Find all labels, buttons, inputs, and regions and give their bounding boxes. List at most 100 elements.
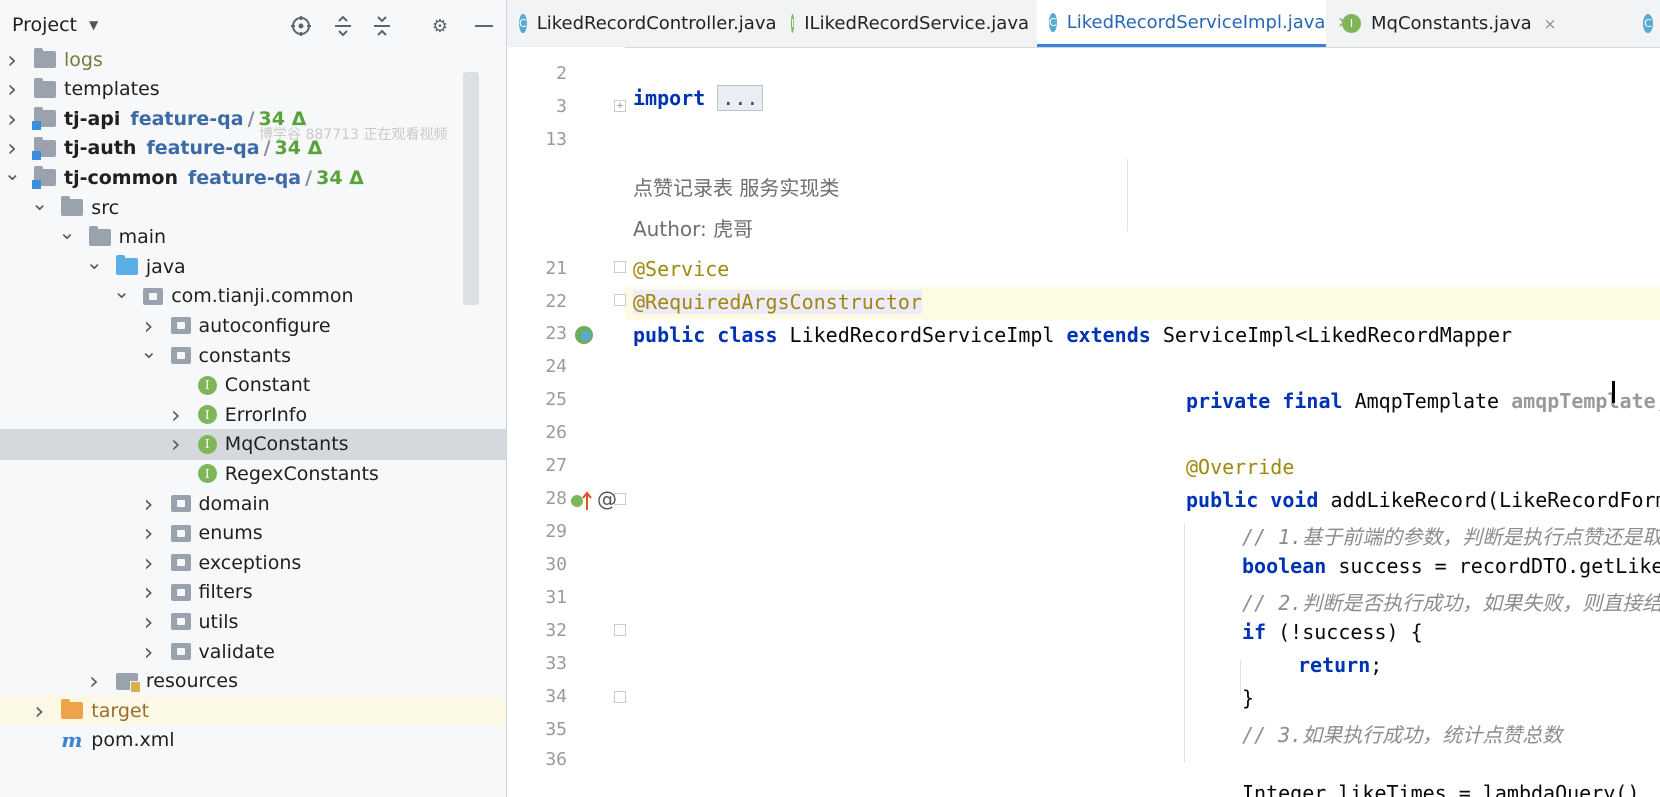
hide-panel-icon[interactable] xyxy=(471,13,497,39)
spring-bean-icon[interactable] xyxy=(573,324,595,350)
code-line-33: return; xyxy=(1298,653,1382,677)
chevron-right-icon[interactable]: › xyxy=(141,608,157,636)
tree-label: src xyxy=(91,196,120,219)
project-panel: Project ▼ ⚙ › logs › templates › tj-api featur… xyxy=(0,0,507,797)
chevron-right-icon[interactable]: › xyxy=(31,697,47,725)
tree-row-com-tianji-common[interactable]: ⌄ com.tianji.common xyxy=(0,279,506,312)
tree-row-utils[interactable]: › utils xyxy=(0,606,506,637)
tab-overflow[interactable]: C xyxy=(1643,0,1660,47)
chevron-right-icon[interactable]: › xyxy=(141,578,157,606)
tree-row-enums[interactable]: › enums xyxy=(0,518,506,549)
tree-row-domain[interactable]: › domain xyxy=(0,488,506,519)
tree-row-filters[interactable]: › filters xyxy=(0,577,506,608)
tree-row-logs[interactable]: › logs xyxy=(0,44,506,75)
chevron-right-icon[interactable]: › xyxy=(141,312,157,340)
chevron-down-icon[interactable]: ⌄ xyxy=(141,339,158,363)
project-view-selector[interactable]: Project ▼ xyxy=(12,14,98,36)
implements-method-icon[interactable] xyxy=(569,490,595,516)
tree-row-validate[interactable]: › validate xyxy=(0,636,506,667)
line-number: 33 xyxy=(545,653,567,674)
chevron-down-icon[interactable]: ⌄ xyxy=(113,279,130,303)
tree-row-constants[interactable]: ⌄ constants xyxy=(0,339,506,371)
chevron-down-icon[interactable]: ⌄ xyxy=(31,191,48,215)
tree-row-regexconstants[interactable]: I RegexConstants xyxy=(0,458,506,489)
chevron-down-icon[interactable]: ⌄ xyxy=(86,250,103,274)
tree-label: constants xyxy=(198,344,292,367)
close-icon[interactable]: × xyxy=(1544,15,1557,33)
keyword: private final xyxy=(1186,389,1343,413)
code-line-21: @Service xyxy=(633,257,730,281)
fold-marker-icon[interactable] xyxy=(614,294,626,306)
line-number: 25 xyxy=(545,389,567,410)
code-line-29: // 1.基于前端的参数，判断是执行点赞还是取消点赞 xyxy=(1242,525,1660,549)
chevron-down-icon: ▼ xyxy=(89,18,99,32)
tree-label: java xyxy=(145,255,186,278)
tree-label: templates xyxy=(64,78,160,101)
chevron-right-icon[interactable]: › xyxy=(141,490,157,518)
chevron-right-icon[interactable]: › xyxy=(86,667,102,695)
expand-all-icon[interactable] xyxy=(330,13,356,39)
tree-label: MqConstants xyxy=(224,433,349,456)
tab-label: MqConstants.java xyxy=(1371,13,1532,34)
tree-row-errorinfo[interactable]: › I ErrorInfo xyxy=(0,399,506,430)
keyword: if xyxy=(1242,620,1267,644)
package-icon xyxy=(170,317,191,335)
locate-file-icon[interactable] xyxy=(288,13,314,39)
tree-label: logs xyxy=(64,48,103,71)
excluded-folder-icon xyxy=(61,699,84,720)
keyword: public xyxy=(633,323,706,347)
chevron-right-icon[interactable]: › xyxy=(4,46,20,74)
semicolon: ; xyxy=(1370,653,1383,677)
tree-row-pom-xml[interactable]: m pom.xml xyxy=(0,725,506,756)
line-number: 21 xyxy=(545,258,567,279)
tree-row-src[interactable]: ⌄ src xyxy=(0,191,506,223)
tree-label: tj-common xyxy=(64,166,178,189)
chevron-right-icon[interactable]: › xyxy=(168,401,184,429)
tree-row-main[interactable]: ⌄ main xyxy=(0,220,506,253)
line-number: 13 xyxy=(545,129,567,150)
chevron-right-icon[interactable]: › xyxy=(141,519,157,547)
chevron-down-icon[interactable]: ⌄ xyxy=(4,161,21,185)
tree-row-mqconstants[interactable]: › I MqConstants xyxy=(0,428,506,460)
chevron-right-icon[interactable]: › xyxy=(168,430,184,458)
tree-row-constant[interactable]: I Constant xyxy=(0,370,506,401)
tab-label: LikedRecordController.java xyxy=(536,13,777,34)
class-supertype: ServiceImpl<LikedRecordMapper xyxy=(1150,323,1513,347)
tab-mqconstants-java[interactable]: I MqConstants.java × xyxy=(1330,0,1558,47)
chevron-right-icon[interactable]: › xyxy=(4,134,20,162)
tree-row-autoconfigure[interactable]: › autoconfigure xyxy=(0,310,506,341)
fold-marker-icon[interactable]: + xyxy=(614,100,626,112)
chevron-right-icon[interactable]: › xyxy=(141,638,157,666)
tree-label: enums xyxy=(198,522,263,545)
method-signature: addLikeRecord(LikeRecordFormDTO recordDT… xyxy=(1330,488,1660,512)
folded-imports[interactable]: ... xyxy=(717,85,764,111)
project-title: Project xyxy=(12,14,78,36)
chevron-right-icon[interactable]: › xyxy=(141,549,157,577)
tree-row-java[interactable]: ⌄ java xyxy=(0,250,506,282)
gear-icon[interactable]: ⚙ xyxy=(427,13,453,39)
tree-row-resources[interactable]: › resources xyxy=(0,666,506,697)
tree-row-templates[interactable]: › templates xyxy=(0,74,506,105)
module-folder-icon xyxy=(32,166,56,190)
source-folder-icon xyxy=(115,255,138,276)
tab-likedrecordserviceimpl-java[interactable]: CLikedRecordServiceImpl.java× xyxy=(1037,0,1350,47)
tree-row-exceptions[interactable]: › exceptions xyxy=(0,547,506,578)
chevron-right-icon[interactable]: › xyxy=(4,75,20,103)
fold-marker-icon[interactable] xyxy=(614,261,626,273)
chevron-right-icon[interactable]: › xyxy=(4,105,20,133)
fold-marker-icon[interactable] xyxy=(614,624,626,636)
tab-likedrecordcontroller-java[interactable]: C LikedRecordController.java xyxy=(507,0,777,47)
project-scrollbar[interactable] xyxy=(463,72,479,305)
collapse-all-icon[interactable] xyxy=(369,13,395,39)
fold-marker-icon[interactable] xyxy=(614,691,626,703)
tree-row-tj-common[interactable]: ⌄ tj-common feature-qa/34 Δ xyxy=(0,161,506,193)
line-number: 2 xyxy=(556,63,567,84)
chevron-down-icon[interactable]: ⌄ xyxy=(59,220,76,244)
tree-row-target[interactable]: › target xyxy=(0,695,506,727)
doc-guide xyxy=(1127,159,1128,231)
annotation-marker-icon[interactable]: @ xyxy=(597,487,617,511)
maven-icon: m xyxy=(61,727,83,752)
tab-ilikedrecordservice-java[interactable]: IILikedRecordService.java× xyxy=(779,0,1054,47)
keyword: class xyxy=(717,323,778,347)
doc-comment-line-2: Author: 虎哥 xyxy=(633,217,754,241)
